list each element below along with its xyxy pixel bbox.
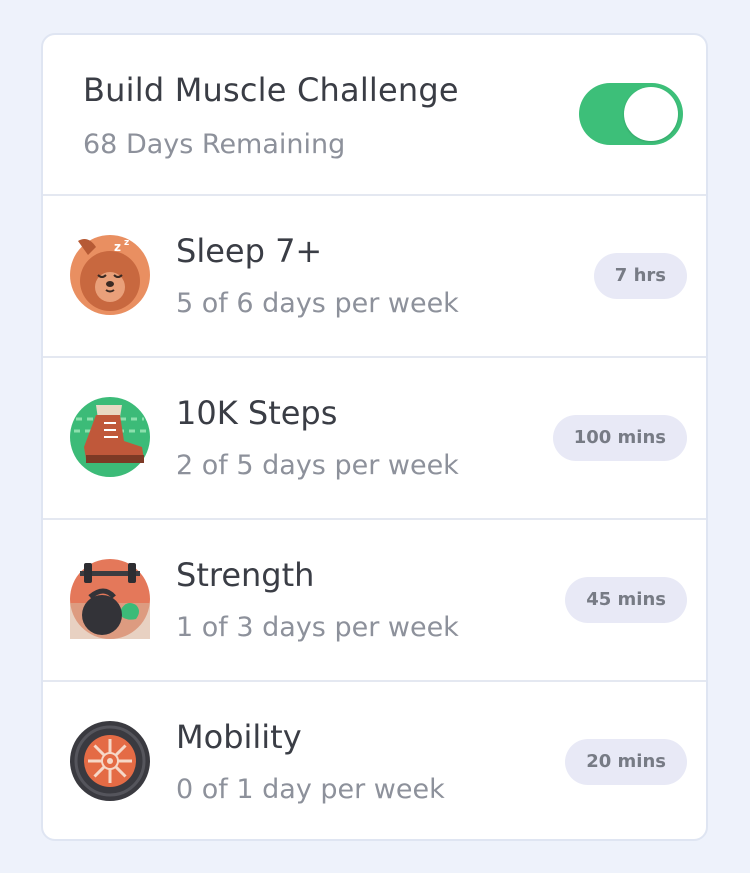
habit-progress: 2 of 5 days per week bbox=[176, 450, 459, 481]
svg-text:z: z bbox=[114, 240, 121, 254]
challenge-card: Build Muscle Challenge 68 Days Remaining… bbox=[41, 33, 708, 841]
svg-text:z: z bbox=[124, 238, 129, 248]
habit-progress: 5 of 6 days per week bbox=[176, 288, 459, 319]
challenge-toggle[interactable] bbox=[579, 83, 683, 145]
habit-name: Sleep 7+ bbox=[176, 232, 323, 270]
habit-target-badge: 45 mins bbox=[565, 577, 687, 623]
sleeping-bear-icon: z z bbox=[70, 235, 150, 315]
habit-target-badge: 7 hrs bbox=[593, 253, 687, 299]
challenge-header: Build Muscle Challenge 68 Days Remaining bbox=[43, 35, 706, 196]
habit-row-steps[interactable]: 10K Steps 2 of 5 days per week 100 mins bbox=[43, 358, 706, 520]
habit-row-sleep[interactable]: z z Sleep 7+ 5 of 6 days per week 7 hrs bbox=[43, 196, 706, 358]
habit-row-strength[interactable]: Strength 1 of 3 days per week 45 mins bbox=[43, 520, 706, 682]
hiking-boot-icon bbox=[70, 397, 150, 477]
kettlebell-icon bbox=[70, 559, 150, 639]
toggle-knob bbox=[624, 87, 678, 141]
challenge-title: Build Muscle Challenge bbox=[83, 71, 459, 109]
habit-progress: 0 of 1 day per week bbox=[176, 774, 445, 805]
habit-progress: 1 of 3 days per week bbox=[176, 612, 459, 643]
habit-target-badge: 20 mins bbox=[565, 739, 687, 785]
habit-row-mobility[interactable]: Mobility 0 of 1 day per week 20 mins bbox=[43, 682, 706, 839]
wheel-icon bbox=[70, 721, 150, 801]
days-remaining: 68 Days Remaining bbox=[83, 129, 346, 160]
habit-name: Mobility bbox=[176, 718, 302, 756]
habit-target-badge: 100 mins bbox=[552, 415, 687, 461]
habit-name: Strength bbox=[176, 556, 315, 594]
habit-name: 10K Steps bbox=[176, 394, 338, 432]
